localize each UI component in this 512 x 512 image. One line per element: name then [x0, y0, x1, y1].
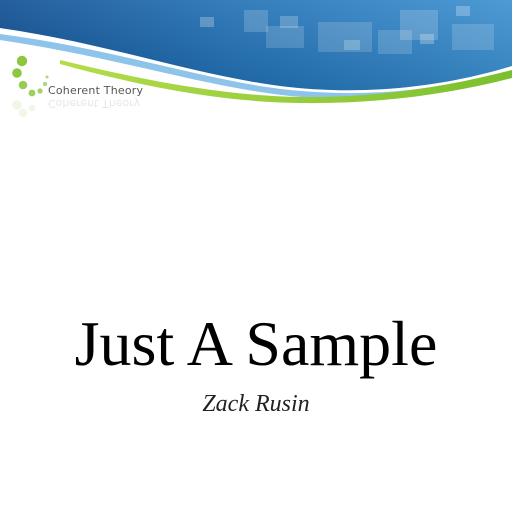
brand-name: Coherent Theory — [48, 84, 144, 97]
dotted-arc-logo-icon — [12, 55, 49, 97]
slide-canvas: Coherent Theory Coherent Theory Just A S… — [0, 0, 512, 512]
slide-subtitle[interactable]: Zack Rusin — [0, 389, 512, 419]
header-banner — [0, 0, 512, 118]
slide-title[interactable]: Just A Sample — [0, 306, 512, 382]
